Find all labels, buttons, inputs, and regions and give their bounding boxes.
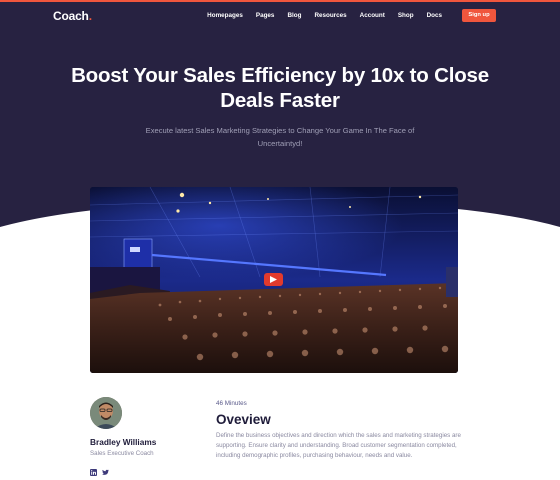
menu-item-shop[interactable]: Shop bbox=[398, 11, 414, 21]
main-menu: Homepages Pages Blog Resources Account S… bbox=[207, 11, 442, 21]
top-navigation: Coach. Homepages Pages Blog Resources Ac… bbox=[0, 8, 560, 26]
avatar bbox=[90, 397, 122, 429]
menu-item-blog[interactable]: Blog bbox=[287, 11, 301, 21]
menu-item-docs[interactable]: Docs bbox=[427, 11, 442, 21]
hero-subtitle: Execute latest Sales Marketing Strategie… bbox=[145, 126, 415, 148]
signup-button[interactable]: Sign up bbox=[462, 9, 496, 22]
play-button[interactable] bbox=[264, 273, 283, 286]
menu-item-pages[interactable]: Pages bbox=[256, 11, 275, 21]
menu-item-homepages[interactable]: Homepages bbox=[207, 11, 243, 21]
overview-title: Oveview bbox=[216, 412, 271, 427]
play-icon bbox=[270, 276, 277, 283]
site-logo[interactable]: Coach. bbox=[53, 8, 92, 24]
video-duration: 46 Minutes bbox=[216, 400, 247, 407]
menu-item-account[interactable]: Account bbox=[360, 11, 385, 21]
author-role: Sales Executive Coach bbox=[90, 450, 154, 457]
hero-headline: Boost Your Sales Efficiency by 10x to Cl… bbox=[71, 64, 489, 112]
author-name: Bradley Williams bbox=[90, 437, 157, 447]
overview-description: Define the business objectives and direc… bbox=[216, 432, 461, 459]
author-photo bbox=[90, 397, 122, 429]
twitter-icon[interactable] bbox=[102, 463, 109, 475]
linkedin-icon[interactable] bbox=[90, 463, 97, 476]
author-social-links bbox=[90, 463, 109, 476]
menu-item-resources[interactable]: Resources bbox=[314, 11, 346, 21]
